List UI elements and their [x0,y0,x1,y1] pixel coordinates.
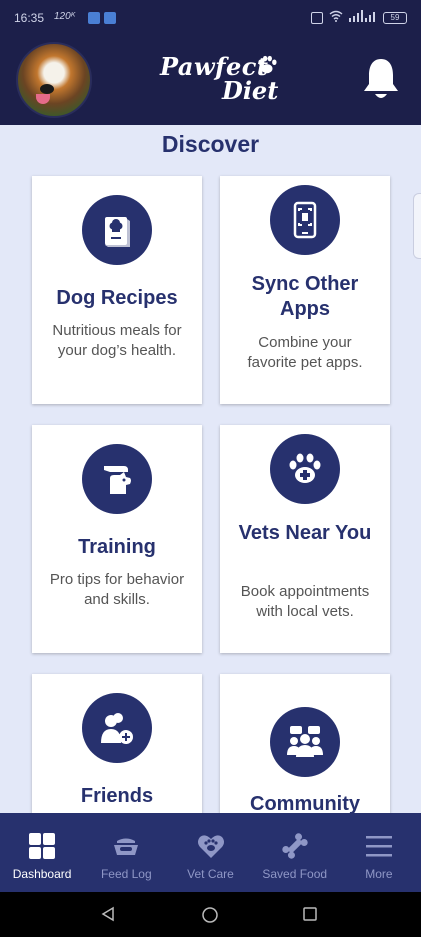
recents-icon[interactable] [302,906,318,922]
nav-dashboard[interactable]: Dashboard [0,813,84,892]
card-description: Combine your favorite pet apps. [247,334,363,371]
nav-label: Saved Food [262,867,328,881]
card-title: Training [78,536,156,558]
status-time: 16:35 [14,11,45,25]
status-bar: 16:35 120ᴷ 59 [0,0,421,36]
paw-plus-icon [270,434,340,504]
logo-paw-icon [258,55,277,74]
card-description: Pro tips for behavior and skills. [49,571,185,608]
dashboard-icon [29,833,56,859]
card-dog-recipes[interactable]: Dog Recipes Nutritious meals for your do… [32,176,202,404]
food-bowl-icon [114,838,139,855]
nav-label: Feed Log [100,867,152,881]
heart-paw-icon [197,835,224,858]
menu-icon [365,836,392,857]
card-sync-other-apps[interactable]: Sync Other Apps Combine your favorite pe… [220,176,390,404]
app-header: Pawfect Diet [0,36,421,125]
calendar-icon [104,12,116,24]
side-scroll-handle[interactable] [413,193,421,259]
home-icon[interactable] [201,906,219,924]
wifi-icon [329,10,343,25]
signal-icon [349,10,377,25]
hand-dog-icon [82,444,152,514]
upload-icon [88,12,100,24]
card-title: Vets Near You [238,522,372,544]
nav-label: More [365,867,393,881]
back-icon[interactable] [100,906,116,922]
phone-scan-icon [270,185,340,255]
card-description: Nutritious meals for your dog’s health. [52,322,182,359]
avatar[interactable] [16,42,92,118]
community-icon [270,707,340,777]
nfc-icon [311,11,323,24]
card-title: Community [250,793,360,813]
card-training[interactable]: Training Pro tips for behavior and skill… [32,425,202,653]
nav-label: Vet Care [187,867,234,881]
nav-more[interactable]: More [337,813,421,892]
card-title: Dog Recipes [56,287,178,309]
recipe-book-icon [82,195,152,265]
status-network-speed: 120ᴷ [54,11,76,22]
nav-vet-care[interactable]: Vet Care [168,813,252,892]
page-title: Discover [161,131,260,157]
bone-icon [282,833,308,859]
card-title: Friends [80,785,154,807]
card-title: Sync Other Apps [251,273,359,320]
nav-feed-log[interactable]: Feed Log [84,813,168,892]
logo-text-diet: Diet [222,76,279,105]
nav-saved-food[interactable]: Saved Food [253,813,337,892]
card-community[interactable]: Community [220,674,390,813]
system-nav-bar [0,892,421,937]
notification-bell-icon[interactable] [361,56,401,102]
battery-icon: 59 [383,11,407,24]
card-description: Book appointments with local vets. [240,583,370,620]
card-friends[interactable]: Friends [32,674,202,813]
add-friend-icon [82,693,152,763]
bottom-nav: Dashboard Feed Log Vet Care Saved Food M… [0,813,421,892]
card-vets-near-you[interactable]: Vets Near You Book appointments with loc… [220,425,390,653]
nav-label: Dashboard [12,867,72,881]
discover-content[interactable]: Discover Dog Recipes Nutritious meals fo… [0,125,421,813]
app-logo: Pawfect Diet [160,52,290,108]
